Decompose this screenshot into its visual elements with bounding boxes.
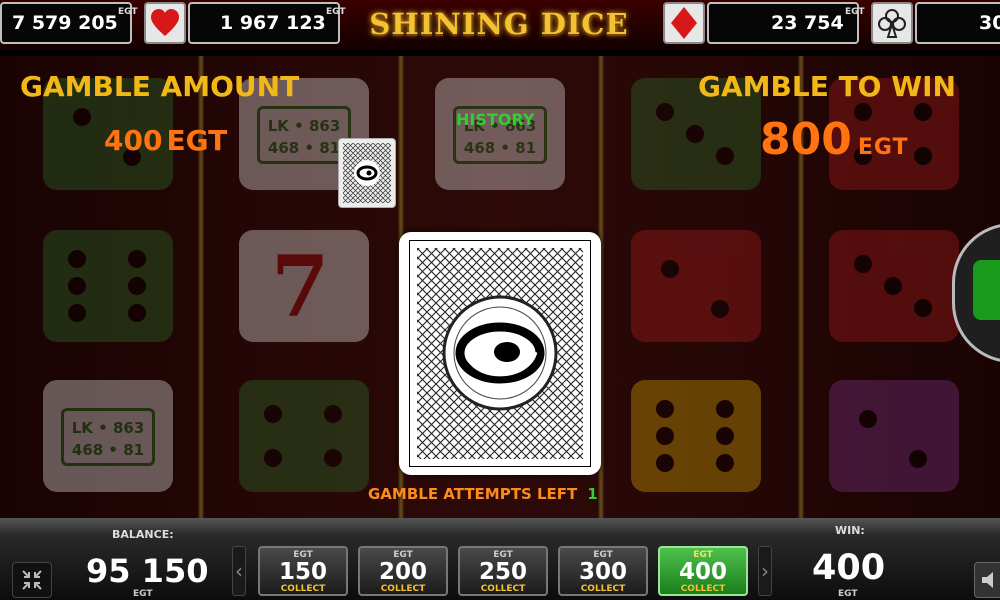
club-icon <box>871 2 913 44</box>
collapse-icon <box>22 570 42 590</box>
game-logo: SHINING DICE <box>369 7 629 41</box>
die-pip <box>68 304 86 322</box>
jackpot-club-box: 30 <box>915 2 1000 44</box>
die-pip <box>859 410 877 428</box>
seven-symbol: 7 <box>271 237 330 336</box>
jackpot-heart-box: 1 967 123 EGT <box>188 2 346 44</box>
jackpot-club-value: 30 <box>979 12 1000 34</box>
gamble-amount-heading: GAMBLE AMOUNT <box>20 70 300 103</box>
die-pip <box>128 250 146 268</box>
die-pip <box>854 255 872 273</box>
gamble-amount-value: 400 EGT <box>104 124 227 157</box>
gamble-screen: LK • 863 468 • 81 LK • 863 468 • 81 7 LK • 86… <box>0 56 1000 518</box>
balance-value: 95 150 <box>86 552 209 590</box>
card-back-icon <box>343 143 391 203</box>
jackpot-heart-value: 1 967 123 <box>220 12 326 34</box>
die-pip <box>686 125 704 143</box>
heart-icon <box>144 2 186 44</box>
bottom-bar: BALANCE: 95 150 EGT ‹ EGT 150 COLLECT EG… <box>0 518 1000 600</box>
jackpot-diamond-box: 23 754 EGT <box>707 2 865 44</box>
gamble-attempts: GAMBLE ATTEMPTS LEFT 1 <box>368 485 598 503</box>
card-back-icon <box>409 240 591 467</box>
gamble-card[interactable] <box>399 232 601 475</box>
background-die <box>829 230 959 342</box>
die-pip <box>68 250 86 268</box>
die-label: LK • 863 468 • 81 <box>257 106 351 164</box>
history-card <box>338 138 396 208</box>
background-die: 7 <box>239 230 369 342</box>
background-die <box>631 230 761 342</box>
gamble-to-win-currency: EGT <box>857 135 909 160</box>
jackpot-diamond-currency: EGT <box>845 7 865 17</box>
background-die <box>829 380 959 492</box>
win-value: 400 <box>812 548 886 588</box>
balance-currency: EGT <box>133 589 153 599</box>
die-pip <box>914 299 932 317</box>
gamble-to-win-number: 800 <box>760 114 852 165</box>
jackpot-spade-box: 7 579 205 EGT <box>0 2 138 44</box>
die-pip <box>128 277 146 295</box>
die-pip <box>656 427 674 445</box>
die-pip <box>914 103 932 121</box>
jackpot-spade-value: 7 579 205 <box>12 12 118 34</box>
die-pip <box>68 277 86 295</box>
die-pip <box>656 103 674 121</box>
jackpot-spade-currency: EGT <box>118 7 138 17</box>
die-pip <box>711 300 729 318</box>
gamble-to-win-value: 800 EGT <box>760 114 909 165</box>
sound-button[interactable] <box>974 562 1000 598</box>
stake-button[interactable]: EGT 250 COLLECT <box>458 546 548 596</box>
gamble-amount-currency: EGT <box>166 124 228 157</box>
gamble-attempts-label: GAMBLE ATTEMPTS LEFT <box>368 485 578 503</box>
fullscreen-button[interactable] <box>12 562 52 598</box>
die-pip <box>909 450 927 468</box>
stake-button[interactable]: EGT 200 COLLECT <box>358 546 448 596</box>
die-pip <box>716 147 734 165</box>
history-label: HISTORY <box>456 110 535 129</box>
speaker-icon <box>982 572 993 588</box>
die-pip <box>73 108 91 126</box>
die-pip <box>884 277 902 295</box>
side-panel-indicator <box>973 260 1000 320</box>
gamble-amount-number: 400 <box>104 124 163 157</box>
stakes-next-button[interactable]: › <box>758 546 772 596</box>
die-pip <box>656 454 674 472</box>
jackpot-bar: 7 579 205 EGT 1 967 123 EGT SHINING DICE… <box>0 0 1000 50</box>
jackpot-diamond-value: 23 754 <box>771 12 844 34</box>
background-die: LK • 863 468 • 81 <box>43 380 173 492</box>
die-pip <box>324 405 342 423</box>
stakes-prev-button[interactable]: ‹ <box>232 546 246 596</box>
win-currency: EGT <box>838 589 858 599</box>
background-die: LK • 863 468 • 81 <box>435 78 565 190</box>
jackpot-heart-currency: EGT <box>326 7 346 17</box>
die-pip <box>264 449 282 467</box>
background-die <box>43 230 173 342</box>
die-pip <box>716 454 734 472</box>
die-label: LK • 863 468 • 81 <box>61 408 155 466</box>
die-pip <box>914 147 932 165</box>
stake-button[interactable]: EGT 300 COLLECT <box>558 546 648 596</box>
win-label: WIN: <box>835 524 865 537</box>
diamond-icon <box>663 2 705 44</box>
gamble-to-win-heading: GAMBLE TO WIN <box>698 70 956 103</box>
die-pip <box>264 405 282 423</box>
background-die <box>239 380 369 492</box>
gamble-attempts-value: 1 <box>587 485 598 503</box>
die-pip <box>128 304 146 322</box>
background-die <box>631 380 761 492</box>
die-pip <box>716 427 734 445</box>
die-pip <box>656 400 674 418</box>
die-pip <box>324 449 342 467</box>
balance-label: BALANCE: <box>112 528 174 541</box>
die-pip <box>661 260 679 278</box>
stake-button[interactable]: EGT 150 COLLECT <box>258 546 348 596</box>
stake-button-active[interactable]: EGT 400 COLLECT <box>658 546 748 596</box>
die-pip <box>716 400 734 418</box>
